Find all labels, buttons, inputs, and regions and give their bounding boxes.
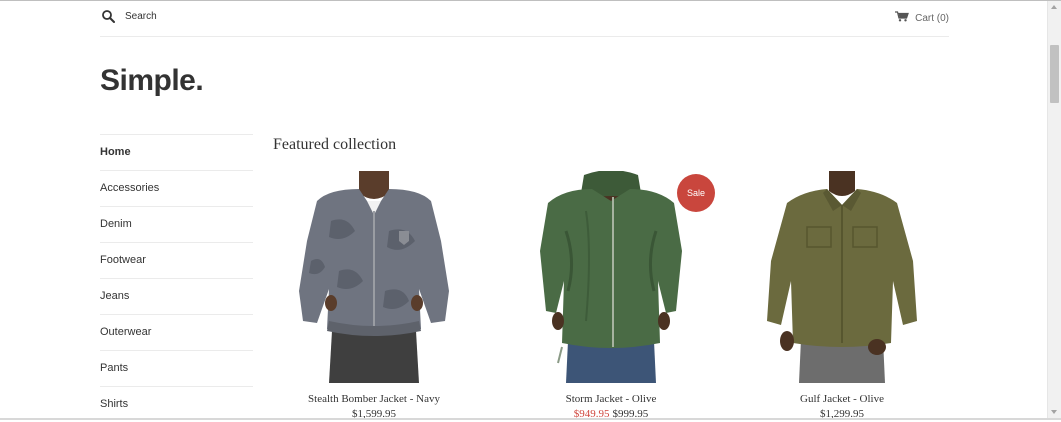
product-name[interactable]: Gulf Jacket - Olive [727,393,957,405]
sidebar-item-footwear[interactable]: Footwear [100,242,253,278]
sidebar-item-denim[interactable]: Denim [100,206,253,242]
window-top-border [0,0,1061,1]
sidebar-item-accessories[interactable]: Accessories [100,170,253,206]
cart-label: Cart (0) [915,12,949,24]
sale-badge: Sale [677,174,715,212]
search-form[interactable] [102,10,325,23]
scroll-up-arrow[interactable] [1051,5,1057,9]
sidebar-item-outerwear[interactable]: Outerwear [100,314,253,350]
sidebar-item-home[interactable]: Home [100,134,253,170]
product-card[interactable]: Stealth Bomber Jacket - Navy $1,599.95 [259,171,489,420]
site-logo[interactable]: Simple. [100,64,204,98]
product-card[interactable]: Sale Storm Jacket - Olive $949.95 $999.95 [496,170,726,420]
product-name[interactable]: Storm Jacket - Olive [496,393,726,405]
scroll-down-arrow[interactable] [1051,410,1057,414]
header-divider [100,36,949,37]
product-image[interactable]: Sale [496,170,726,383]
search-input[interactable] [125,11,325,22]
search-icon[interactable] [102,10,115,23]
page-scrollbar[interactable] [1047,1,1061,418]
product-image[interactable] [259,171,489,383]
product-image[interactable] [727,171,957,383]
sidebar-item-shirts[interactable]: Shirts [100,386,253,422]
sidebar-item-jeans[interactable]: Jeans [100,278,253,314]
sidebar-nav: Home Accessories Denim Footwear Jeans Ou… [100,134,253,422]
product-name[interactable]: Stealth Bomber Jacket - Navy [259,393,489,405]
product-card[interactable]: Gulf Jacket - Olive $1,299.95 [727,171,957,420]
section-title: Featured collection [273,136,397,153]
sidebar-item-pants[interactable]: Pants [100,350,253,386]
scrollbar-thumb[interactable] [1050,45,1059,103]
cart-icon [895,11,915,25]
cart-link[interactable]: Cart (0) [895,11,949,25]
